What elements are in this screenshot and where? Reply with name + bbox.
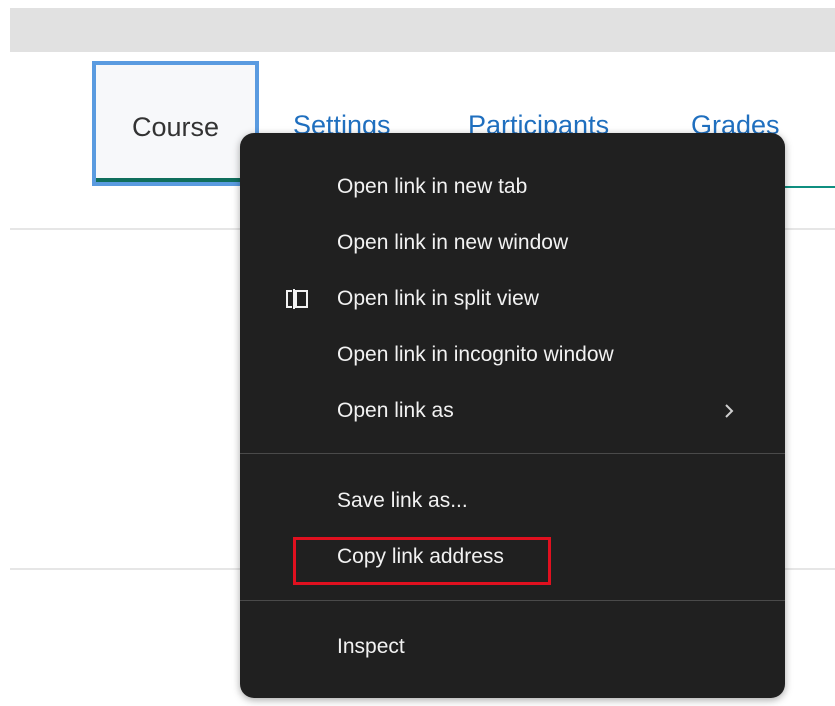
active-tab-underline <box>96 178 255 182</box>
chevron-right-icon <box>721 400 737 422</box>
menu-item-label: Open link in split view <box>337 287 539 310</box>
menu-item-label: Inspect <box>337 635 405 658</box>
menu-item-label: Open link in new tab <box>337 175 528 198</box>
menu-item-label: Save link as... <box>337 489 468 512</box>
menu-separator <box>240 453 785 454</box>
menu-item-save-link-as[interactable]: Save link as... <box>240 477 785 525</box>
menu-item-label: Open link as <box>337 399 454 422</box>
split-view-icon <box>284 287 310 311</box>
tab-course[interactable]: Course <box>92 61 259 186</box>
menu-item-open-split-view[interactable]: Open link in split view <box>240 275 785 323</box>
menu-separator <box>240 600 785 601</box>
context-menu: Open link in new tab Open link in new wi… <box>240 133 785 698</box>
menu-item-open-new-window[interactable]: Open link in new window <box>240 219 785 267</box>
highlight-box <box>293 537 551 585</box>
menu-item-open-new-tab[interactable]: Open link in new tab <box>240 163 785 211</box>
menu-item-open-incognito[interactable]: Open link in incognito window <box>240 331 785 379</box>
menu-item-open-link-as[interactable]: Open link as <box>240 387 785 435</box>
menu-item-inspect[interactable]: Inspect <box>240 623 785 671</box>
menu-item-label: Open link in new window <box>337 231 569 254</box>
menu-item-label: Open link in incognito window <box>337 343 614 366</box>
browser-top-bar <box>10 8 835 52</box>
tab-course-label: Course <box>131 112 220 142</box>
tabs-bottom-border <box>780 186 835 188</box>
